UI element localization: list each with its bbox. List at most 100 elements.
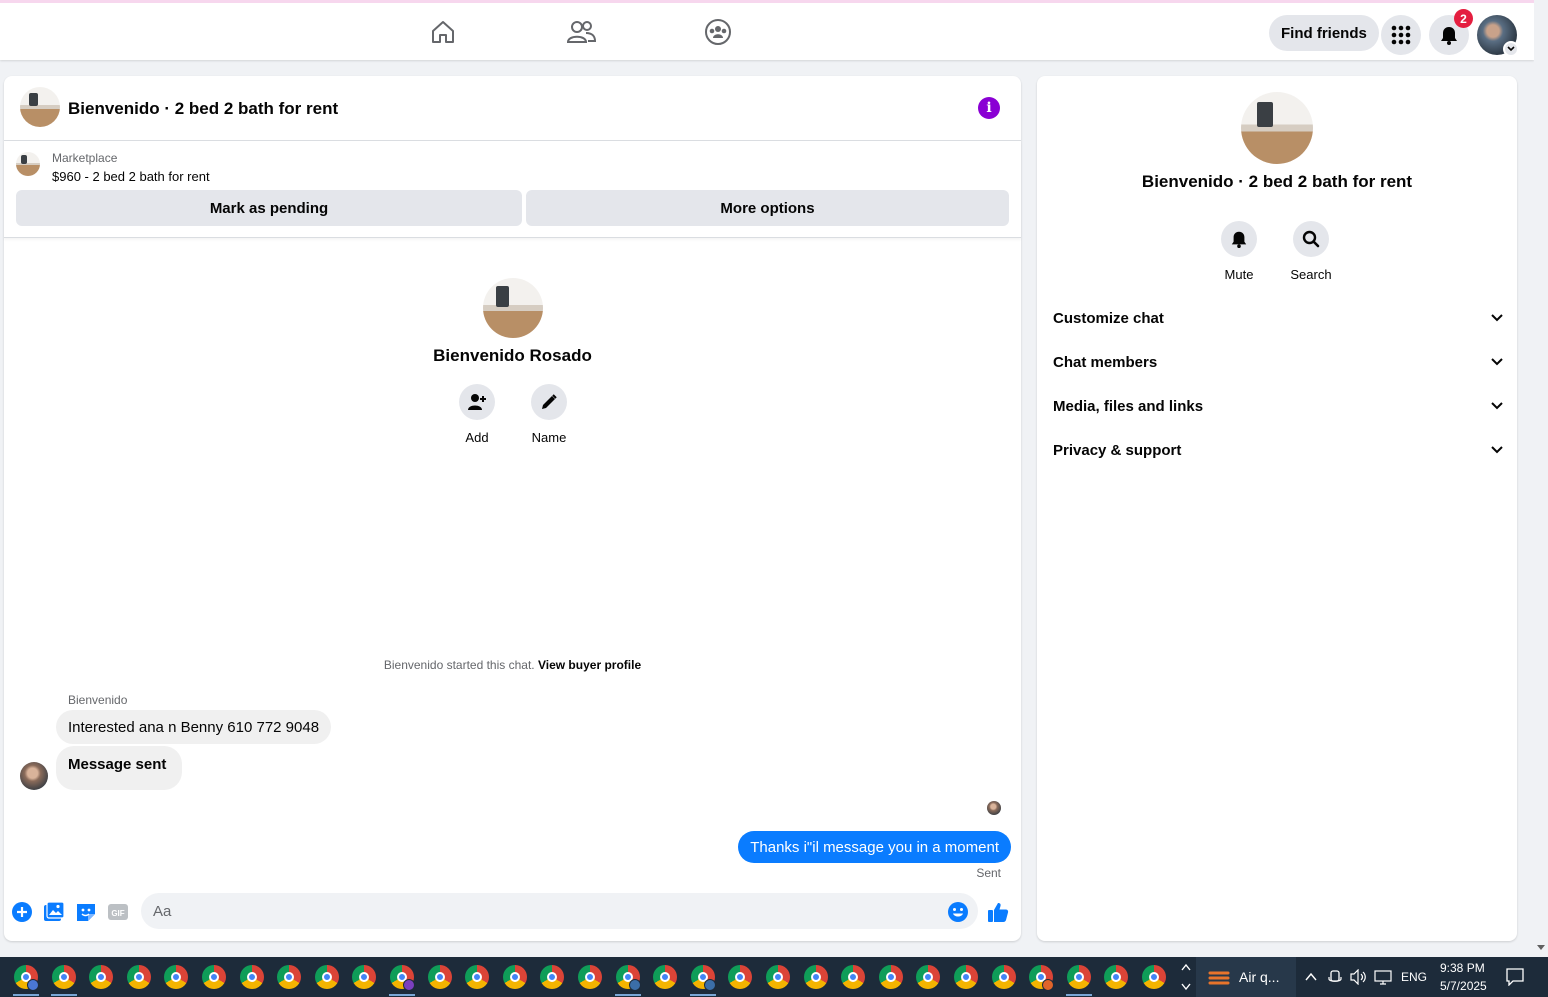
- privacy-support-section[interactable]: Privacy & support: [1053, 432, 1503, 468]
- chrome-taskbar-icon[interactable]: [916, 965, 941, 989]
- meet-now-icon[interactable]: [1328, 969, 1342, 985]
- chrome-taskbar-icon[interactable]: [1142, 965, 1166, 989]
- notification-count-badge: 2: [1454, 9, 1473, 28]
- chevron-down-icon: [1491, 314, 1503, 322]
- weather-widget[interactable]: Air q...: [1196, 957, 1296, 997]
- active-window-indicator: [1065, 994, 1092, 996]
- chrome-taskbar-icon[interactable]: [803, 965, 828, 989]
- chrome-taskbar-icon[interactable]: [728, 965, 753, 989]
- listing-thumbnail[interactable]: [20, 87, 60, 127]
- chrome-taskbar-icon[interactable]: [540, 965, 565, 989]
- gif-icon[interactable]: GIF: [107, 901, 129, 923]
- chrome-taskbar-icon[interactable]: [578, 965, 602, 989]
- chat-started-text: Bienvenido started this chat.: [383, 658, 535, 672]
- volume-icon[interactable]: [1350, 969, 1368, 985]
- chrome-taskbar-icon[interactable]: [766, 965, 790, 989]
- chrome-taskbar-icon[interactable]: [314, 965, 339, 989]
- group-avatar[interactable]: [1241, 92, 1313, 164]
- language-indicator[interactable]: ENG: [1401, 970, 1427, 984]
- page-scrollbar[interactable]: [1534, 0, 1548, 957]
- section-label: Customize chat: [1053, 309, 1164, 327]
- add-button[interactable]: Add: [447, 384, 507, 445]
- search-button[interactable]: Search: [1276, 221, 1346, 282]
- chrome-taskbar-icon[interactable]: [954, 965, 978, 989]
- sender-avatar[interactable]: [20, 762, 48, 790]
- details-title: Bienvenido · 2 bed 2 bath for rent: [1141, 172, 1413, 191]
- message-input[interactable]: [141, 893, 978, 929]
- outgoing-message[interactable]: Thanks i"il message you in a moment: [738, 831, 1011, 863]
- clock-date[interactable]: 5/7/2025: [1440, 979, 1487, 993]
- listing-price[interactable]: $960 - 2 bed 2 bath for rent: [52, 169, 210, 184]
- plus-circle-icon[interactable]: [11, 901, 33, 923]
- chrome-taskbar-icon[interactable]: [352, 965, 377, 989]
- chevron-up-icon[interactable]: [1304, 970, 1318, 984]
- chrome-taskbar-icon[interactable]: [126, 965, 151, 989]
- home-icon[interactable]: [428, 17, 458, 47]
- info-icon[interactable]: i: [978, 97, 1000, 119]
- groups-icon[interactable]: [703, 17, 733, 47]
- section-label: Media, files and links: [1053, 397, 1204, 415]
- mute-button[interactable]: Mute: [1204, 221, 1274, 282]
- media-files-links-section[interactable]: Media, files and links: [1053, 388, 1503, 424]
- photo-icon[interactable]: [43, 901, 65, 923]
- chrome-taskbar-icon[interactable]: [841, 965, 866, 989]
- chrome-taskbar-icon[interactable]: [239, 965, 264, 989]
- profile-badge-icon: [628, 979, 641, 991]
- chrome-taskbar-icon[interactable]: [1066, 965, 1091, 989]
- chrome-taskbar-icon[interactable]: [89, 965, 114, 989]
- active-window-indicator: [614, 994, 641, 996]
- air-quality-icon: [1208, 971, 1230, 985]
- profile-badge-icon: [1042, 979, 1055, 991]
- chrome-taskbar-icon[interactable]: [653, 965, 678, 989]
- clock-time[interactable]: 9:38 PM: [1440, 961, 1485, 975]
- name-button[interactable]: Name: [519, 384, 579, 445]
- customize-chat-section[interactable]: Customize chat: [1053, 300, 1503, 336]
- section-label: Chat members: [1053, 353, 1158, 371]
- chrome-taskbar-icon[interactable]: [1104, 965, 1129, 989]
- sender-name: Bienvenido: [68, 693, 128, 707]
- more-options-button[interactable]: More options: [526, 190, 1009, 226]
- chrome-taskbar-icon[interactable]: [878, 965, 903, 989]
- chrome-taskbar-icon[interactable]: [277, 965, 302, 989]
- message-status: Sent: [976, 866, 1001, 880]
- action-center-icon[interactable]: [1506, 968, 1524, 986]
- view-buyer-profile-link[interactable]: View buyer profile: [538, 658, 641, 672]
- active-window-indicator: [389, 994, 415, 996]
- chrome-taskbar-icon[interactable]: [164, 965, 189, 989]
- incoming-message[interactable]: Message sent: [56, 746, 183, 790]
- search-label: Search: [1290, 267, 1332, 282]
- chevron-down-icon: [1491, 446, 1503, 454]
- incoming-message[interactable]: Interested ana n Benny 610 772 9048: [56, 710, 332, 744]
- network-icon[interactable]: [1374, 969, 1392, 985]
- read-receipt-avatar: [987, 801, 1001, 815]
- contact-avatar[interactable]: [483, 278, 543, 338]
- chat-members-section[interactable]: Chat members: [1053, 344, 1503, 380]
- mute-label: Mute: [1224, 267, 1254, 282]
- chat-header: Bienvenido · 2 bed 2 bath for rent i: [4, 76, 1021, 141]
- menu-grid-icon[interactable]: [1381, 15, 1421, 55]
- emoji-icon[interactable]: [947, 901, 969, 923]
- listing-small-thumbnail[interactable]: [16, 152, 40, 176]
- thumbs-up-icon[interactable]: [987, 901, 1009, 923]
- windows-taskbar: Air q... ENG 9:38 PM 5/7/2025: [0, 957, 1548, 997]
- chrome-taskbar-icon[interactable]: [502, 965, 527, 989]
- find-friends-button[interactable]: Find friends: [1269, 15, 1379, 51]
- chrome-taskbar-icon[interactable]: [51, 965, 76, 989]
- chrome-taskbar-icon[interactable]: [991, 965, 1016, 989]
- chat-details-panel: Bienvenido · 2 bed 2 bath for rent Mute …: [1037, 76, 1517, 941]
- friends-icon[interactable]: [566, 17, 596, 47]
- pencil-icon: [531, 384, 567, 420]
- chrome-taskbar-icon[interactable]: [202, 965, 226, 989]
- search-icon: [1293, 221, 1329, 257]
- chrome-taskbar-icon[interactable]: [465, 965, 490, 989]
- chevron-down-icon[interactable]: [1503, 41, 1519, 57]
- active-window-indicator: [13, 994, 39, 996]
- profile-badge-icon: [27, 979, 39, 991]
- chrome-taskbar-icon[interactable]: [427, 965, 452, 989]
- taskbar-scroll-icon[interactable]: [1180, 961, 1192, 993]
- chevron-down-icon: [1491, 402, 1503, 410]
- profile-badge-icon: [403, 979, 415, 991]
- chat-title[interactable]: Bienvenido · 2 bed 2 bath for rent: [68, 99, 338, 119]
- mark-as-pending-button[interactable]: Mark as pending: [16, 190, 522, 226]
- sticker-icon[interactable]: [75, 901, 97, 923]
